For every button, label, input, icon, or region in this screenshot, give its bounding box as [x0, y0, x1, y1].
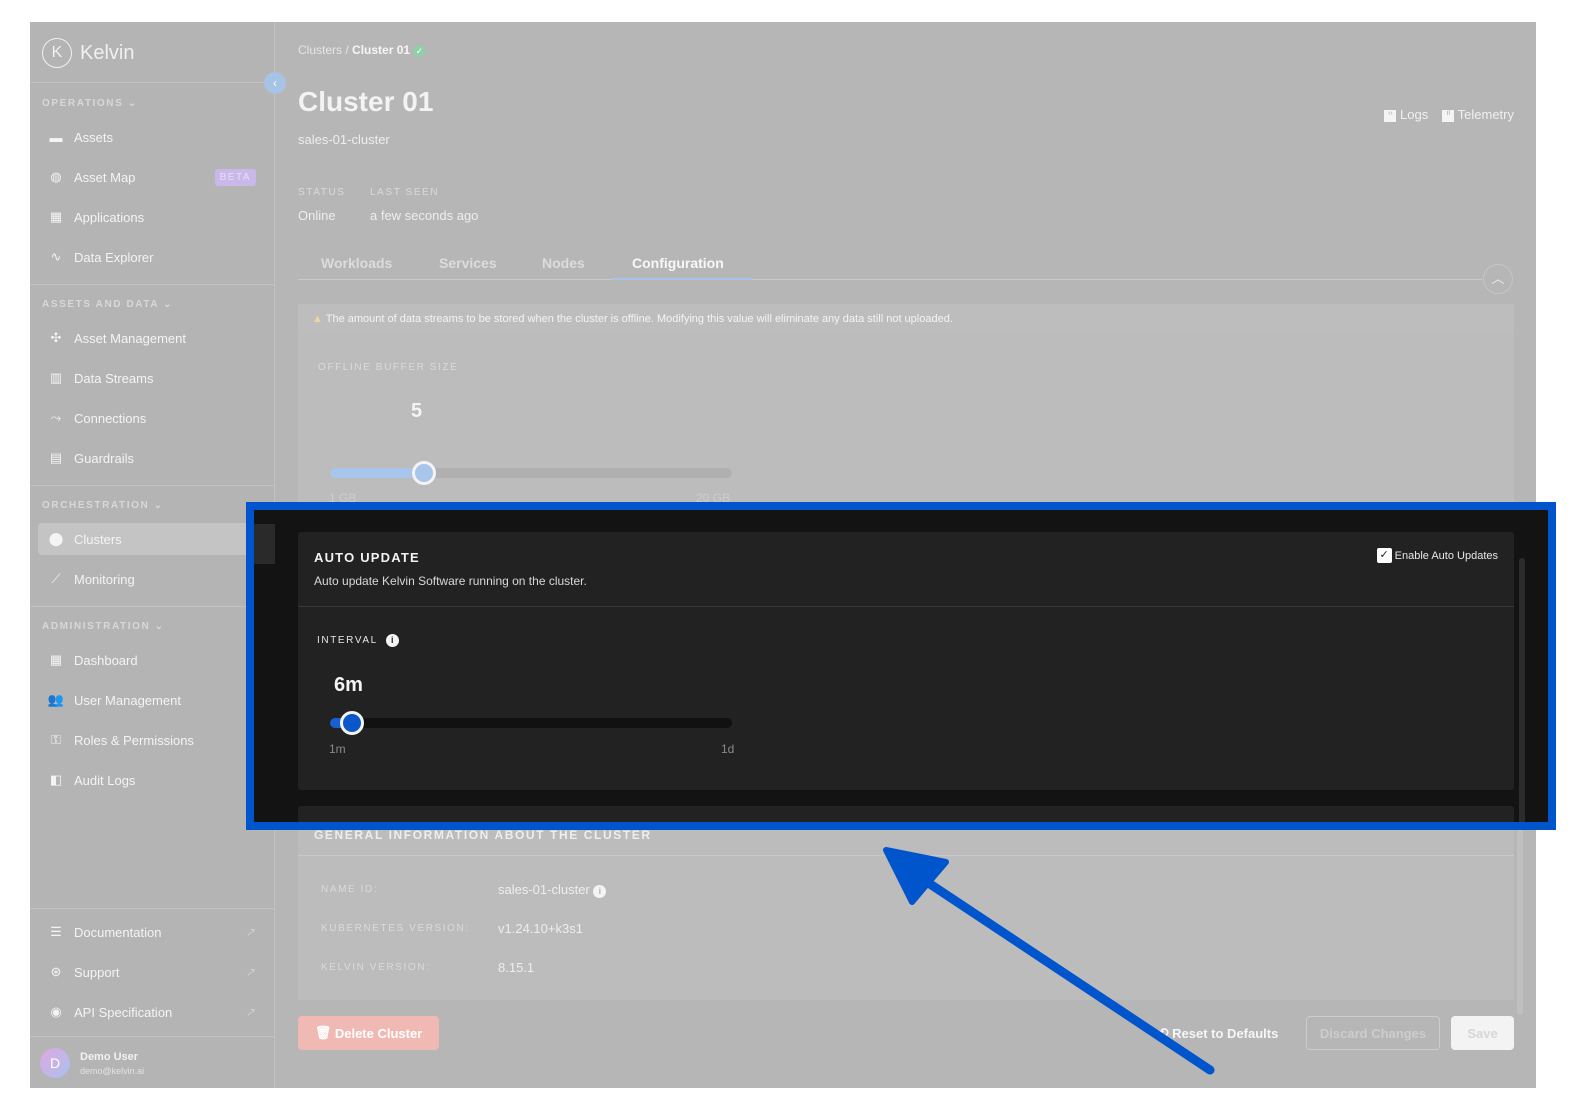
arrow-shaft	[913, 871, 1215, 1075]
arrow-head	[883, 847, 949, 905]
annotation-arrow	[883, 847, 1215, 1075]
